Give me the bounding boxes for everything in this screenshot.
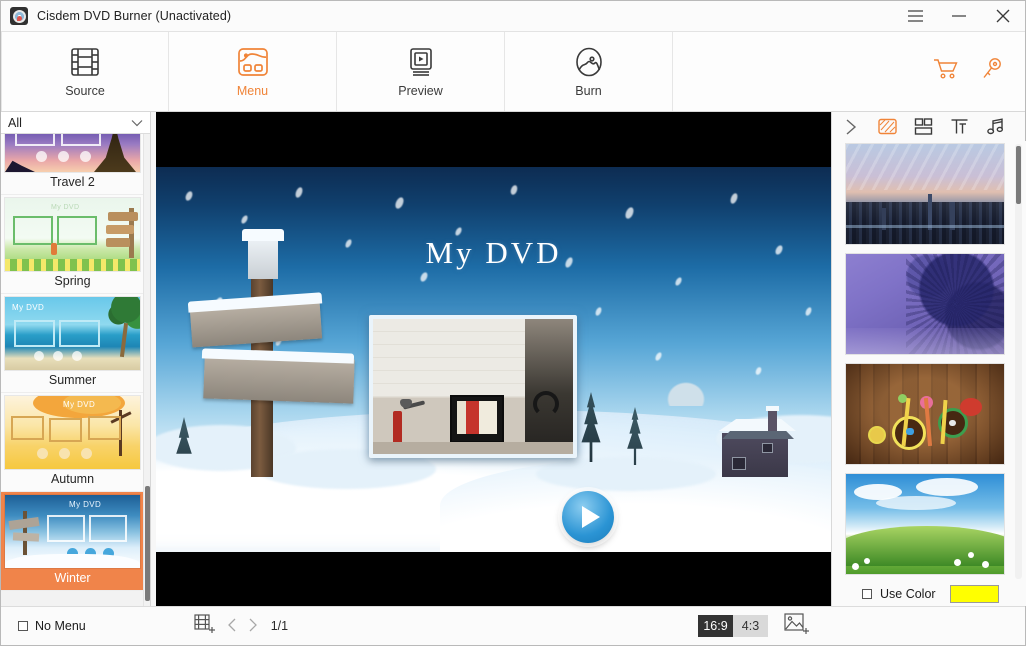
music-note-icon[interactable]: [984, 116, 1006, 138]
title-bar: Cisdem DVD Burner (Unactivated): [1, 1, 1025, 32]
tab-menu[interactable]: Menu: [169, 32, 337, 111]
theme-filter-dropdown[interactable]: All: [1, 112, 150, 134]
theme-thumbnail: My DVD: [4, 197, 141, 272]
no-menu-checkbox[interactable]: [18, 621, 28, 631]
theme-item-summer[interactable]: My DVD Summer: [1, 294, 144, 393]
close-icon[interactable]: [981, 1, 1025, 32]
chevron-right-icon[interactable]: [248, 618, 258, 635]
theme-item-winter[interactable]: My DVD Winter: [1, 492, 144, 591]
menu-stage[interactable]: My DVD: [156, 112, 831, 606]
house-icon: [716, 406, 796, 477]
theme-thumbnail: My DVD: [4, 494, 141, 569]
add-image-icon[interactable]: [784, 612, 810, 641]
theme-thumbnail: My DVD: [4, 395, 141, 470]
aspect-ratio-group: 16:9 4:3: [698, 612, 810, 641]
tab-label: Menu: [236, 84, 269, 98]
background-thumbnail[interactable]: [845, 363, 1005, 465]
background-scrollbar-thumb[interactable]: [1016, 146, 1021, 204]
burn-disc-icon: [573, 45, 605, 79]
use-color-label: Use Color: [880, 587, 936, 601]
use-color-row: Use Color: [832, 582, 1026, 606]
sidebar-scrollbar-thumb[interactable]: [145, 486, 150, 601]
menu-template-icon: [236, 45, 270, 79]
color-swatch[interactable]: [949, 585, 999, 603]
theme-filter-value: All: [8, 115, 22, 130]
application-window: Cisdem DVD Burner (Unactivated) Source M…: [0, 0, 1026, 646]
tab-preview[interactable]: Preview: [337, 32, 505, 111]
theme-thumbnail: My DVD: [4, 296, 141, 371]
dvd-disc-icon: [10, 7, 28, 25]
ratio-4-3[interactable]: 4:3: [733, 615, 768, 637]
theme-thumbnail: [4, 134, 141, 173]
use-color-checkbox[interactable]: [862, 589, 872, 599]
sidebar-scrollbar[interactable]: [143, 134, 150, 606]
theme-name: Spring: [54, 274, 91, 288]
bare-shrub-icon: [656, 372, 716, 406]
chapter-thumbnail[interactable]: [369, 315, 577, 458]
page-navigation: 1/1: [194, 613, 289, 639]
main-toolbar: Source Menu Preview Burn: [1, 32, 1025, 112]
no-menu-group: No Menu: [1, 619, 86, 633]
chevron-left-icon[interactable]: [227, 618, 237, 635]
tab-source[interactable]: Source: [1, 32, 169, 111]
page-indicator: 1/1: [270, 619, 289, 633]
ratio-16-9[interactable]: 16:9: [698, 615, 733, 637]
window-controls: [893, 1, 1025, 32]
theme-sidebar: All Travel 2 My DVD Spring My DVD Summer…: [1, 112, 151, 606]
theme-item-autumn[interactable]: My DVD Autumn: [1, 393, 144, 492]
theme-item-travel2[interactable]: Travel 2: [1, 134, 144, 195]
background-thumbnail[interactable]: [845, 473, 1005, 575]
tab-label: Preview: [398, 84, 443, 98]
minimize-icon[interactable]: [937, 1, 981, 32]
add-film-icon[interactable]: [194, 613, 216, 639]
background-thumbnail[interactable]: [845, 143, 1005, 245]
play-icon[interactable]: [562, 491, 614, 543]
background-list[interactable]: [832, 141, 1026, 582]
bottom-toolbar: No Menu 1/1 16:9 4:3: [1, 606, 1025, 645]
chevron-right-icon[interactable]: [840, 116, 862, 138]
theme-item-spring[interactable]: My DVD Spring: [1, 195, 144, 294]
tab-label: Burn: [575, 84, 602, 98]
text-format-icon[interactable]: [948, 116, 970, 138]
properties-tabs: [832, 112, 1025, 141]
background-scrollbar[interactable]: [1015, 144, 1022, 579]
properties-panel: Use Color: [831, 112, 1026, 606]
menu-canvas[interactable]: My DVD: [156, 167, 831, 552]
key-icon[interactable]: [981, 57, 1003, 86]
no-menu-label: No Menu: [35, 619, 86, 633]
theme-name: Summer: [48, 373, 97, 387]
menu-preview-area: My DVD: [151, 112, 831, 606]
aspect-ratio-toggle: 16:9 4:3: [698, 615, 768, 637]
layout-grid-icon[interactable]: [912, 116, 934, 138]
chevron-down-icon: [131, 114, 143, 132]
theme-list[interactable]: Travel 2 My DVD Spring My DVD Summer My …: [1, 134, 144, 606]
theme-name: Autumn: [50, 472, 95, 486]
background-thumbnail[interactable]: [845, 253, 1005, 355]
play-monitor-icon: [406, 45, 436, 79]
tab-label: Source: [65, 84, 105, 98]
window-title: Cisdem DVD Burner (Unactivated): [37, 9, 232, 23]
film-strip-icon: [70, 45, 100, 79]
theme-name: Travel 2: [50, 175, 95, 189]
hamburger-icon[interactable]: [893, 1, 937, 32]
cart-icon[interactable]: [933, 58, 959, 85]
theme-name: Winter: [54, 571, 91, 585]
background-pattern-icon[interactable]: [876, 116, 898, 138]
menu-title-text[interactable]: My DVD: [156, 235, 831, 271]
tab-burn[interactable]: Burn: [505, 32, 673, 111]
toolbar-actions: [933, 32, 1025, 111]
